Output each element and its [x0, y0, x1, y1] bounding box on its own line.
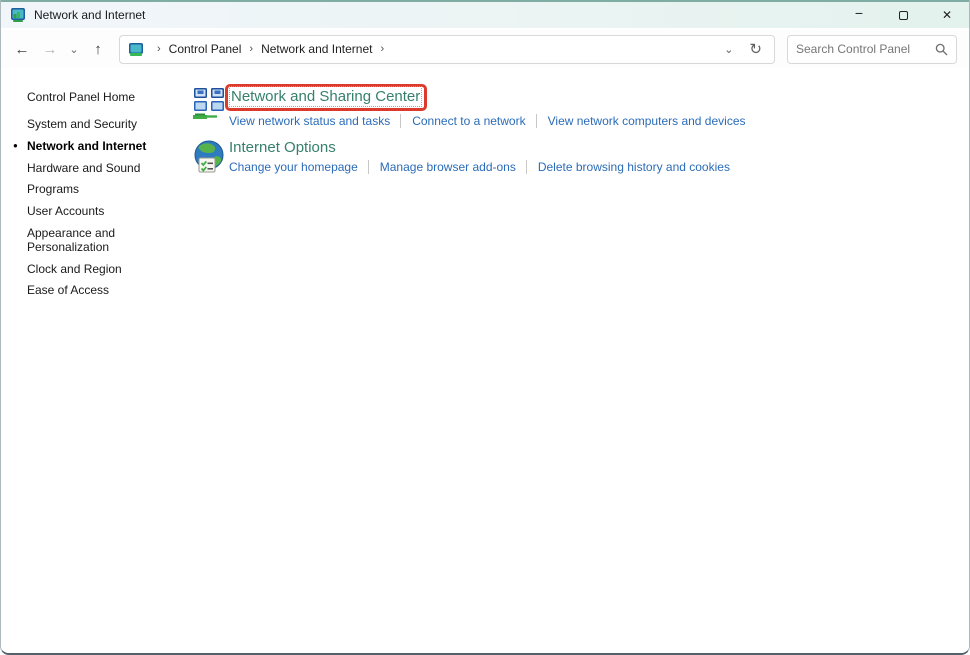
- search-box: [787, 34, 957, 64]
- recent-pages-button[interactable]: ⌄: [65, 36, 83, 62]
- sidebar-item-label: Network and Internet: [27, 138, 147, 153]
- sidebar-item-ease-of-access[interactable]: Ease of Access: [27, 284, 153, 298]
- back-button[interactable]: ←: [9, 36, 35, 62]
- control-panel-window: Network and Internet − ✕ ← → ⌄ ↑ › Contr…: [0, 0, 970, 655]
- sidebar-item-clock-and-region[interactable]: Clock and Region: [27, 262, 153, 277]
- search-icon[interactable]: [935, 43, 948, 56]
- task-delete-browsing-history[interactable]: Delete browsing history and cookies: [525, 160, 730, 174]
- refresh-icon[interactable]: ↻: [743, 40, 768, 58]
- back-icon: ←: [14, 40, 30, 58]
- forward-icon: →: [42, 40, 58, 58]
- navigation-toolbar: ← → ⌄ ↑ › Control Panel › Network and In…: [1, 30, 969, 68]
- breadcrumb-separator: ›: [249, 43, 254, 55]
- network-sharing-center-icon: [193, 88, 224, 119]
- red-highlight-annotation: Network and Sharing Center: [225, 84, 428, 111]
- breadcrumb-separator: ›: [157, 43, 161, 55]
- sidebar-item-appearance-and-personalization[interactable]: Appearance and Personalization: [27, 226, 153, 255]
- forward-button[interactable]: →: [37, 36, 63, 62]
- maximize-icon: [898, 10, 908, 20]
- breadcrumb-separator: ›: [380, 43, 385, 55]
- main-panel: Network and Sharing Center View network …: [189, 70, 969, 653]
- window-controls: − ✕: [837, 2, 969, 28]
- nav-buttons: ← → ⌄ ↑: [9, 36, 111, 62]
- sidebar-item-hardware-and-sound[interactable]: Hardware and Sound: [27, 161, 153, 176]
- task-links: Change your homepage Manage browser add-…: [229, 160, 730, 174]
- task-view-network-computers[interactable]: View network computers and devices: [535, 114, 746, 128]
- group-network-and-sharing-center: Network and Sharing Center View network …: [189, 84, 969, 128]
- sidebar-item-control-panel-home[interactable]: Control Panel Home: [27, 90, 189, 104]
- control-panel-icon: [11, 8, 25, 22]
- active-bullet-icon: ●: [13, 140, 18, 150]
- up-button[interactable]: ↑: [85, 36, 111, 62]
- task-change-homepage[interactable]: Change your homepage: [229, 160, 358, 174]
- close-button[interactable]: ✕: [925, 2, 969, 28]
- minimize-button[interactable]: −: [837, 2, 881, 28]
- task-connect-to-network[interactable]: Connect to a network: [400, 114, 526, 128]
- breadcrumb-network-and-internet[interactable]: Network and Internet: [259, 42, 374, 56]
- sidebar-item-programs[interactable]: Programs: [27, 183, 153, 197]
- sidebar-item-network-and-internet[interactable]: ● Network and Internet: [13, 138, 153, 154]
- internet-options-icon: [194, 140, 224, 173]
- maximize-button[interactable]: [881, 2, 925, 28]
- titlebar: Network and Internet − ✕: [1, 0, 969, 28]
- group-body: Internet Options Change your homepage Ma…: [229, 139, 730, 175]
- chevron-down-icon: ⌄: [69, 43, 79, 56]
- up-icon: ↑: [94, 40, 102, 58]
- task-manage-addons[interactable]: Manage browser add-ons: [367, 160, 516, 174]
- sidebar-item-system-and-security[interactable]: System and Security: [27, 117, 153, 132]
- address-bar[interactable]: › Control Panel › Network and Internet ›…: [119, 34, 775, 64]
- task-links: View network status and tasks Connect to…: [229, 114, 746, 128]
- network-and-sharing-center-link[interactable]: Network and Sharing Center: [228, 86, 423, 107]
- search-input[interactable]: [796, 42, 935, 56]
- group-body: Network and Sharing Center View network …: [225, 84, 746, 128]
- group-internet-options: Internet Options Change your homepage Ma…: [189, 139, 969, 175]
- task-view-network-status[interactable]: View network status and tasks: [229, 114, 390, 128]
- window-title: Network and Internet: [34, 8, 146, 22]
- sidebar-item-user-accounts[interactable]: User Accounts: [27, 204, 153, 219]
- content-area: Control Panel Home System and Security ●…: [1, 70, 969, 653]
- breadcrumb-control-panel[interactable]: Control Panel: [167, 42, 244, 56]
- minimize-icon: −: [854, 5, 864, 21]
- control-panel-folder-icon: [129, 42, 143, 56]
- address-dropdown-icon[interactable]: ⌄: [714, 43, 743, 56]
- internet-options-link[interactable]: Internet Options: [229, 139, 336, 156]
- close-icon: ✕: [941, 8, 953, 22]
- sidebar: Control Panel Home System and Security ●…: [1, 70, 189, 653]
